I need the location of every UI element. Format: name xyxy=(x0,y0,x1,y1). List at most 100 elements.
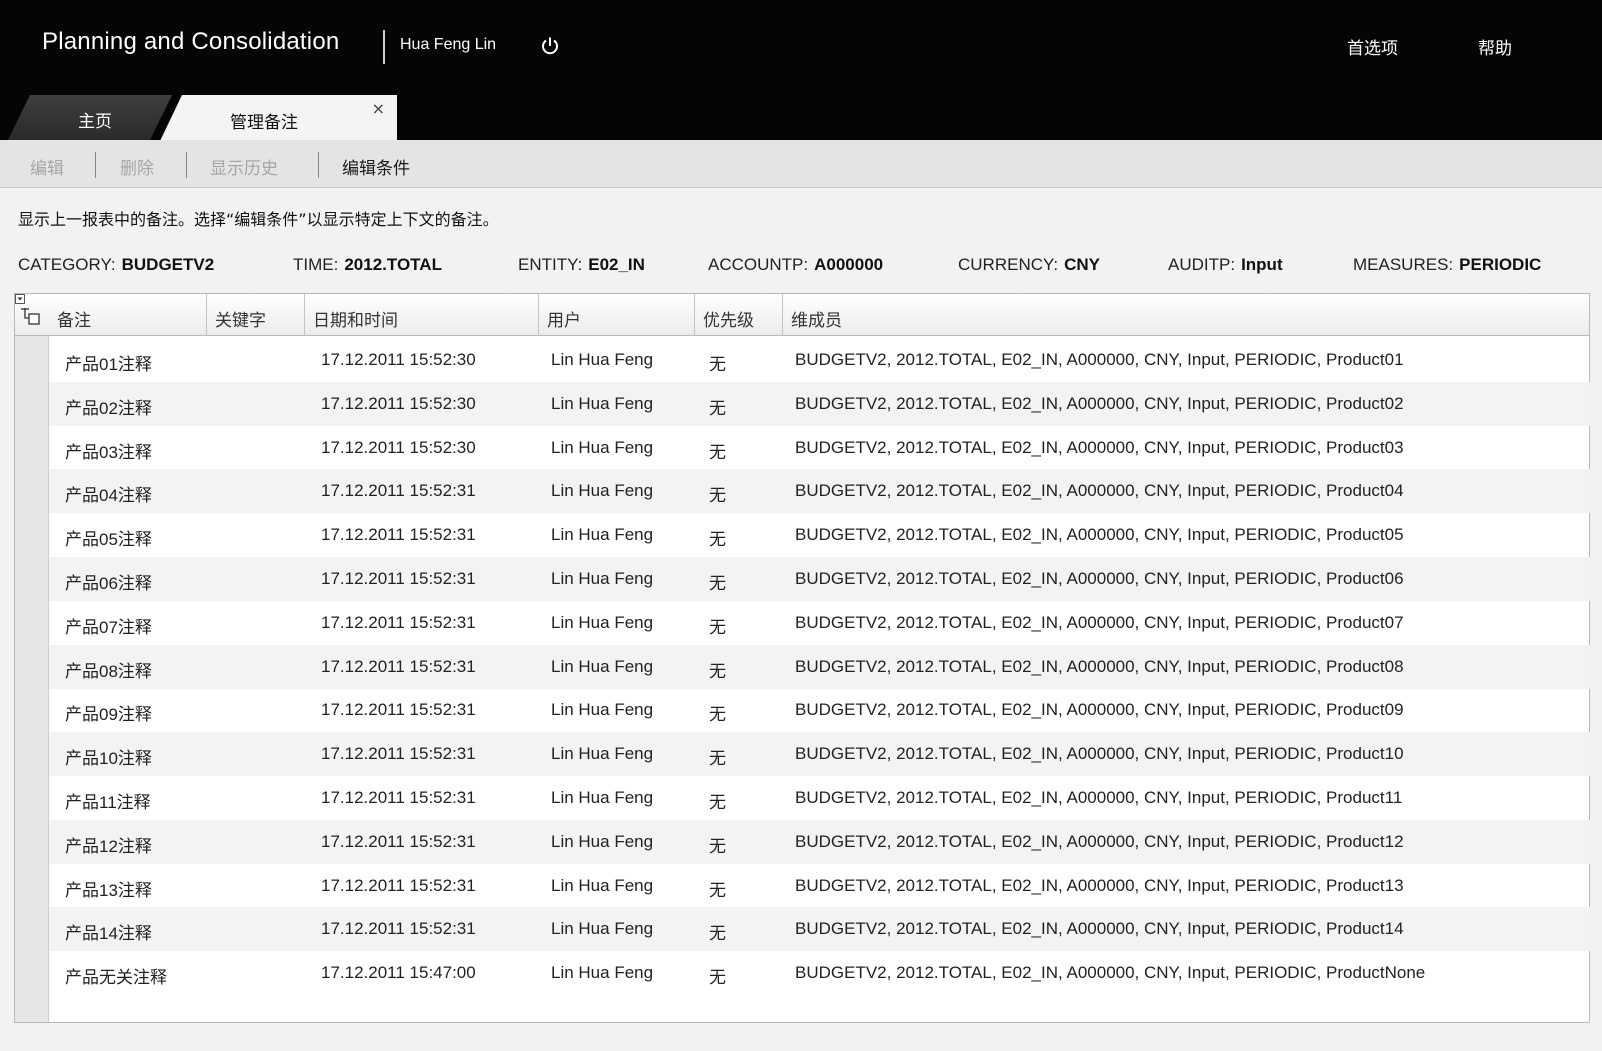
tab-home[interactable]: 主页 xyxy=(8,95,172,140)
edit-criteria-button[interactable]: 编辑条件 xyxy=(342,154,410,179)
table-row[interactable]: 产品02注释 17.12.2011 15:52:30 Lin Hua Feng 无 BU… xyxy=(49,381,1590,426)
cell-user: Lin Hua Feng xyxy=(551,875,654,895)
column-header-keyword[interactable]: 关键字 xyxy=(207,294,305,336)
preferences-link[interactable]: 首选项 xyxy=(1347,34,1398,59)
column-header-user[interactable]: 用户 xyxy=(539,294,695,336)
table-row[interactable]: 产品12注释 17.12.2011 15:52:31 Lin Hua Feng 无 BU… xyxy=(49,819,1590,864)
cell-datetime: 17.12.2011 15:52:30 xyxy=(321,437,476,457)
cell-user: Lin Hua Feng xyxy=(551,744,654,764)
table-row[interactable]: 产品无关注释 17.12.2011 15:47:00 Lin Hua Feng 无 BU… xyxy=(49,951,1590,995)
table-row[interactable]: 产品05注释 17.12.2011 15:52:31 Lin Hua Feng 无 BU… xyxy=(49,513,1590,557)
cell-user: Lin Hua Feng xyxy=(551,481,654,501)
cell-priority: 无 xyxy=(709,924,726,944)
cell-members: BUDGETV2, 2012.TOTAL, E02_IN, A000000, C… xyxy=(795,525,1404,545)
info-text: 显示上一报表中的备注。选择“编辑条件”以显示特定上下文的备注。 xyxy=(18,210,499,229)
cell-datetime: 17.12.2011 15:52:31 xyxy=(321,525,476,545)
help-link[interactable]: 帮助 xyxy=(1478,34,1512,59)
cell-user: Lin Hua Feng xyxy=(551,963,654,983)
tab-manage-notes[interactable]: 管理备注 × xyxy=(160,95,397,141)
cell-user: Lin Hua Feng xyxy=(551,788,654,807)
tab-home-label: 主页 xyxy=(78,112,112,132)
cell-user: Lin Hua Feng xyxy=(551,393,654,413)
cell-datetime: 17.12.2011 15:52:31 xyxy=(321,700,476,720)
cell-members: BUDGETV2, 2012.TOTAL, E02_IN, A000000, C… xyxy=(795,875,1404,895)
notes-table: 备注 关键字 日期和时间 用户 优先级 维成员 产品01注释 17.12.2011… xyxy=(14,293,1590,1023)
row-selector-column[interactable] xyxy=(15,336,49,1022)
edit-button[interactable]: 编辑 xyxy=(30,154,64,179)
cell-priority: 无 xyxy=(709,661,726,681)
cell-priority: 无 xyxy=(709,530,726,550)
table-row[interactable]: 产品03注释 17.12.2011 15:52:30 Lin Hua Feng 无 BU… xyxy=(49,426,1590,470)
cell-priority: 无 xyxy=(709,574,726,593)
cell-user: Lin Hua Feng xyxy=(551,700,654,720)
cell-priority: 无 xyxy=(709,355,726,374)
table-row[interactable]: 产品09注释 17.12.2011 15:52:31 Lin Hua Feng 无 BU… xyxy=(49,688,1590,732)
table-row[interactable]: 产品08注释 17.12.2011 15:52:31 Lin Hua Feng 无 BU… xyxy=(49,644,1590,689)
context-item-category: CATEGORY: BUDGETV2 xyxy=(18,255,215,274)
context-item-entity: ENTITY: E02_IN xyxy=(518,255,645,274)
cell-datetime: 17.12.2011 15:52:31 xyxy=(321,919,476,939)
toolbar-divider xyxy=(186,152,187,178)
column-header-members[interactable]: 维成员 xyxy=(783,294,1591,336)
table-row[interactable]: 产品11注释 17.12.2011 15:52:31 Lin Hua Feng 无 BU… xyxy=(49,776,1590,820)
column-header-note[interactable]: 备注 xyxy=(49,294,207,336)
user-name: Hua Feng Lin xyxy=(400,36,497,53)
column-header-priority[interactable]: 优先级 xyxy=(695,294,783,336)
cell-note: 产品12注释 xyxy=(65,836,152,856)
cell-datetime: 17.12.2011 15:47:00 xyxy=(321,963,476,983)
table-row[interactable]: 产品06注释 17.12.2011 15:52:31 Lin Hua Feng 无 BU… xyxy=(49,557,1590,601)
cell-priority: 无 xyxy=(709,617,726,637)
table-row[interactable]: 产品10注释 17.12.2011 15:52:31 Lin Hua Feng 无 BU… xyxy=(49,732,1590,777)
cell-note: 产品02注释 xyxy=(65,398,152,418)
cell-datetime: 17.12.2011 15:52:31 xyxy=(321,788,476,807)
cell-datetime: 17.12.2011 15:52:31 xyxy=(321,831,476,851)
cell-user: Lin Hua Feng xyxy=(551,831,654,851)
cell-user: Lin Hua Feng xyxy=(551,525,654,545)
cell-members: BUDGETV2, 2012.TOTAL, E02_IN, A000000, C… xyxy=(795,350,1404,369)
table-row[interactable]: 产品04注释 17.12.2011 15:52:31 Lin Hua Feng 无 BU… xyxy=(49,469,1590,514)
cell-datetime: 17.12.2011 15:52:30 xyxy=(321,350,476,369)
cell-members: BUDGETV2, 2012.TOTAL, E02_IN, A000000, C… xyxy=(795,831,1404,851)
cell-members: BUDGETV2, 2012.TOTAL, E02_IN, A000000, C… xyxy=(795,393,1404,413)
cell-note: 产品10注释 xyxy=(65,749,152,769)
cell-user: Lin Hua Feng xyxy=(551,437,654,457)
cell-user: Lin Hua Feng xyxy=(551,350,654,369)
cell-note: 产品07注释 xyxy=(65,617,152,637)
cell-datetime: 17.12.2011 15:52:31 xyxy=(321,569,476,588)
table-row[interactable]: 产品01注释 17.12.2011 15:52:30 Lin Hua Feng 无 BU… xyxy=(49,338,1590,382)
toolbar-divider xyxy=(95,152,96,178)
context-bar: CATEGORY: BUDGETV2 TIME: 2012.TOTAL ENTITY… xyxy=(18,255,1588,279)
table-row[interactable]: 产品14注释 17.12.2011 15:52:31 Lin Hua Feng 无 BU… xyxy=(49,907,1590,952)
title-divider xyxy=(383,30,385,64)
context-item-time: TIME: 2012.TOTAL xyxy=(293,255,442,274)
cell-user: Lin Hua Feng xyxy=(551,919,654,939)
app-title: Planning and Consolidation xyxy=(42,28,340,55)
cell-priority: 无 xyxy=(709,836,726,856)
table-row[interactable]: 产品13注释 17.12.2011 15:52:31 Lin Hua Feng 无 BU… xyxy=(49,864,1590,908)
cell-members: BUDGETV2, 2012.TOTAL, E02_IN, A000000, C… xyxy=(795,963,1426,983)
cell-user: Lin Hua Feng xyxy=(551,656,654,676)
cell-members: BUDGETV2, 2012.TOTAL, E02_IN, A000000, C… xyxy=(795,788,1403,807)
show-history-button[interactable]: 显示历史 xyxy=(210,154,278,179)
tab-manage-notes-label: 管理备注 xyxy=(230,113,298,133)
power-icon[interactable] xyxy=(540,36,560,56)
cell-user: Lin Hua Feng xyxy=(551,569,654,588)
context-item-auditp: AUDITP: Input xyxy=(1168,255,1283,274)
cell-priority: 无 xyxy=(709,705,726,725)
cell-note: 产品13注释 xyxy=(65,880,152,900)
cell-note: 产品无关注释 xyxy=(65,968,167,988)
column-menu-icon[interactable] xyxy=(15,294,51,336)
cell-user: Lin Hua Feng xyxy=(551,612,654,632)
cell-note: 产品11注释 xyxy=(65,793,151,812)
cell-priority: 无 xyxy=(709,442,726,462)
cell-priority: 无 xyxy=(709,968,726,988)
delete-button[interactable]: 删除 xyxy=(120,154,154,179)
toolbar: 编辑 删除 显示历史 编辑条件 xyxy=(0,140,1602,188)
column-header-datetime[interactable]: 日期和时间 xyxy=(305,294,539,336)
cell-datetime: 17.12.2011 15:52:30 xyxy=(321,393,476,413)
close-icon[interactable]: × xyxy=(372,99,385,118)
table-row[interactable]: 产品07注释 17.12.2011 15:52:31 Lin Hua Feng 无 BU… xyxy=(49,601,1590,645)
cell-priority: 无 xyxy=(709,486,726,506)
context-item-accountp: ACCOUNTP: A000000 xyxy=(708,255,884,274)
cell-members: BUDGETV2, 2012.TOTAL, E02_IN, A000000, C… xyxy=(795,656,1404,676)
